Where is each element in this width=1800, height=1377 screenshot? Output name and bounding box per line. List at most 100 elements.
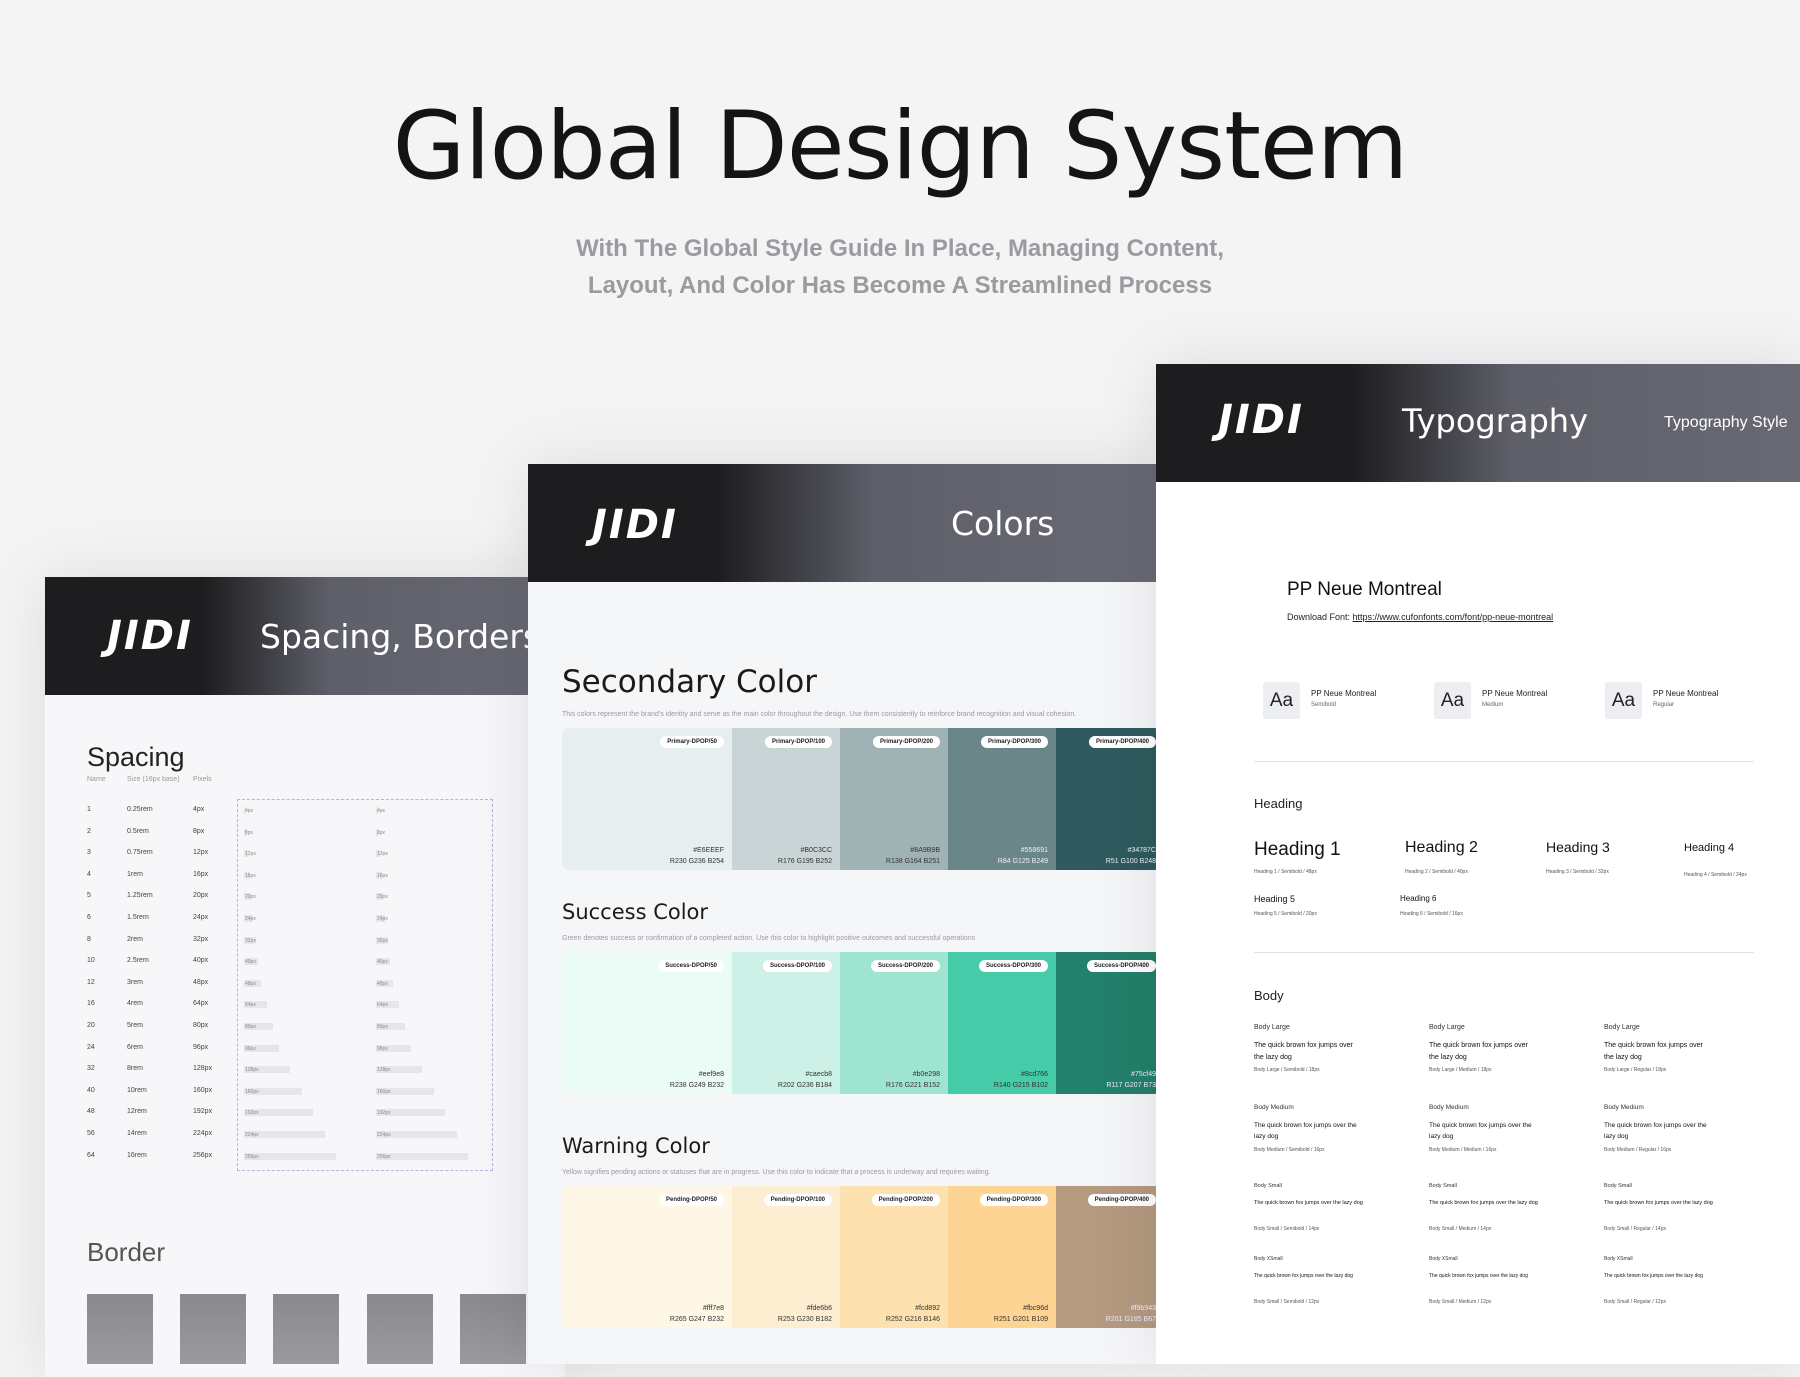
color-section-desc: Yellow signifies pending actions or stat… — [562, 1169, 991, 1176]
body-sample-text: The quick brown fox jumps over the lazy … — [1254, 1122, 1357, 1141]
font-download: Download Font: https://www.cufonfonts.co… — [1287, 612, 1553, 622]
body-style-meta: Body Medium / Regular / 16px — [1604, 1147, 1672, 1153]
spacing-name: 12 — [87, 978, 95, 986]
body-sample-text: The quick brown fox jumps over the lazy … — [1604, 1273, 1703, 1279]
body-section-title: Body — [1254, 988, 1284, 1003]
spacing-name: 2 — [87, 827, 91, 835]
spacing-name: 4 — [87, 870, 91, 878]
color-swatch: Primary-DPOP/200 #8A9B9B R138 G164 B251 — [840, 728, 948, 870]
body-style-meta: Body Large / Semibold / 18px — [1254, 1067, 1320, 1073]
color-swatch: Success-DPOP/300 #8cd766 R140 G215 B102 — [948, 952, 1056, 1094]
body-sample-text: The quick brown fox jumps over the lazy … — [1254, 1042, 1353, 1061]
spacing-size: 10rem — [127, 1086, 147, 1094]
font-download-label: Download Font: — [1287, 612, 1353, 622]
spacing-name: 24 — [87, 1043, 95, 1051]
typography-card: JIDI Typography Typography Style PP Neue… — [1156, 364, 1800, 1364]
spacing-pixels: 24px — [193, 914, 209, 921]
swatch-row: Success-DPOP/50 #eef9e8 R238 G249 B232 Succ… — [562, 952, 1158, 1094]
heading-meta: Heading 5 / Semibold / 20px — [1254, 911, 1317, 917]
divider — [1254, 761, 1754, 762]
color-swatch: Success-DPOP/400 #75cf49 R117 G207 B73 — [1056, 952, 1158, 1094]
body-style-label: Body Medium — [1429, 1104, 1469, 1111]
spacing-row: 20 5rem 80px — [87, 1022, 487, 1042]
spacing-row: 3 0.75rem 12px — [87, 849, 487, 869]
swatch-rgb: R251 G201 B109 — [993, 1316, 1048, 1323]
body-style-label: Body Large — [1254, 1024, 1290, 1031]
body-sample-text: The quick brown fox jumps over the lazy … — [1254, 1273, 1353, 1279]
spacing-row: 64 16rem 256px — [87, 1152, 487, 1172]
color-swatch: Primary-DPOP/300 #558691 R84 G125 B249 — [948, 728, 1056, 870]
font-weight-label: Medium — [1482, 702, 1504, 708]
spacing-size: 12rem — [127, 1108, 147, 1116]
spacing-name: 3 — [87, 849, 91, 857]
spacing-pixels: 128px — [193, 1065, 213, 1073]
spacing-size: 2.5rem — [127, 957, 149, 965]
swatch-tag: Primary-DPOP/200 — [872, 736, 940, 748]
swatch-tag: Pending-DPOP/100 — [763, 1194, 832, 1206]
body-style-meta: Body Small / Semibold / 12px — [1254, 1299, 1320, 1305]
font-weight-sample: Aa — [1434, 682, 1471, 719]
color-swatch: Pending-DPOP/400 #f9b943 R201 G185 B67 — [1056, 1186, 1158, 1328]
spacing-size: 14rem — [127, 1130, 147, 1137]
spacing-name: 48 — [87, 1108, 95, 1116]
heading-meta: Heading 1 / Semibold / 48px — [1254, 869, 1317, 875]
color-swatch: Success-DPOP/50 #eef9e8 R238 G249 B232 — [562, 952, 732, 1094]
heading-sample: Heading 3 — [1546, 839, 1610, 855]
spacing-row: 12 3rem 48px — [87, 979, 487, 999]
swatch-hex: #fde6b6 — [806, 1305, 832, 1312]
col-name: Name — [87, 776, 106, 783]
spacing-size: 1.5rem — [127, 914, 149, 921]
color-swatch: Primary-DPOP/100 #B0C3CC R176 G195 B252 — [732, 728, 840, 870]
heading-sample: Heading 6 — [1400, 894, 1437, 903]
spacing-pixels: 20px — [193, 892, 209, 900]
color-swatch: Pending-DPOP/300 #fbc96d R251 G201 B109 — [948, 1186, 1056, 1328]
font-download-link[interactable]: https://www.cufonfonts.com/font/pp-neue-… — [1353, 612, 1554, 622]
spacing-row: 6 1.5rem 24px — [87, 914, 487, 934]
swatch-rgb: R201 G185 B67 — [1105, 1316, 1156, 1323]
spacing-name: 8 — [87, 935, 91, 943]
color-section-desc: This colors represent the brand's identi… — [562, 711, 1077, 718]
typography-card-header: JIDI Typography Typography Style — [1156, 364, 1800, 482]
typography-style-label: Typography Style — [1664, 414, 1788, 431]
swatch-tag: Pending-DPOP/200 — [871, 1194, 940, 1206]
spacing-row: 5 1.25rem 20px — [87, 892, 487, 912]
spacing-row: 40 10rem 160px — [87, 1087, 487, 1107]
swatch-hex: #caecb8 — [805, 1071, 832, 1078]
body-style-meta: Body Large / Regular / 18px — [1604, 1067, 1667, 1073]
body-style-label: Body Medium — [1254, 1104, 1294, 1111]
body-style-meta: Body Small / Medium / 14px — [1429, 1226, 1492, 1232]
spacing-row: 24 6rem 96px — [87, 1044, 487, 1064]
spacing-size: 1rem — [127, 870, 143, 878]
body-sample-text: The quick brown fox jumps over the lazy … — [1254, 1200, 1363, 1206]
swatch-rgb: R51 G100 B248 — [1105, 858, 1156, 865]
colors-card-title: Colors — [951, 504, 1055, 543]
swatch-row: Pending-DPOP/50 #fff7e8 R265 G247 B232 Pend… — [562, 1186, 1158, 1328]
color-swatch: Primary-DPOP/400 #34787C R51 G100 B248 — [1056, 728, 1158, 870]
spacing-pixels: 8px — [193, 827, 205, 835]
border-swatch — [273, 1294, 339, 1364]
spacing-size: 2rem — [127, 935, 143, 943]
swatch-rgb: R138 G164 B251 — [885, 858, 940, 865]
colors-card-header: JIDI Colors — [528, 464, 1158, 582]
spacing-size: 8rem — [127, 1065, 143, 1073]
color-swatch: Pending-DPOP/100 #fde6b6 R253 G230 B182 — [732, 1186, 840, 1328]
hero-subtitle-line-2: Layout, And Color Has Become A Streamlin… — [587, 272, 1213, 299]
swatch-tag: Primary-DPOP/50 — [660, 736, 724, 748]
spacing-pixels: 40px — [193, 957, 209, 965]
swatch-rgb: R140 G215 B102 — [993, 1082, 1048, 1089]
divider — [1254, 952, 1754, 953]
typography-card-title: Typography — [1402, 402, 1588, 440]
font-weight-name: PP Neue Montreal — [1653, 689, 1719, 698]
swatch-hex: #fff7e8 — [702, 1305, 724, 1312]
body-sample-text: The quick brown fox jumps over the lazy … — [1604, 1122, 1707, 1141]
body-style-label: Body Small — [1429, 1183, 1457, 1189]
body-sample-text: The quick brown fox jumps over the lazy … — [1429, 1273, 1528, 1279]
spacing-size: 6rem — [127, 1043, 143, 1051]
body-style-label: Body XSmall — [1429, 1256, 1458, 1262]
jidi-logo: JIDI — [592, 502, 678, 548]
body-style-label: Body XSmall — [1254, 1256, 1283, 1262]
spacing-size: 4rem — [127, 1000, 143, 1008]
font-weight-name: PP Neue Montreal — [1482, 689, 1548, 698]
body-style-meta: Body Medium / Medium / 16px — [1429, 1147, 1497, 1153]
swatch-rgb: R117 G207 B73 — [1106, 1082, 1156, 1089]
